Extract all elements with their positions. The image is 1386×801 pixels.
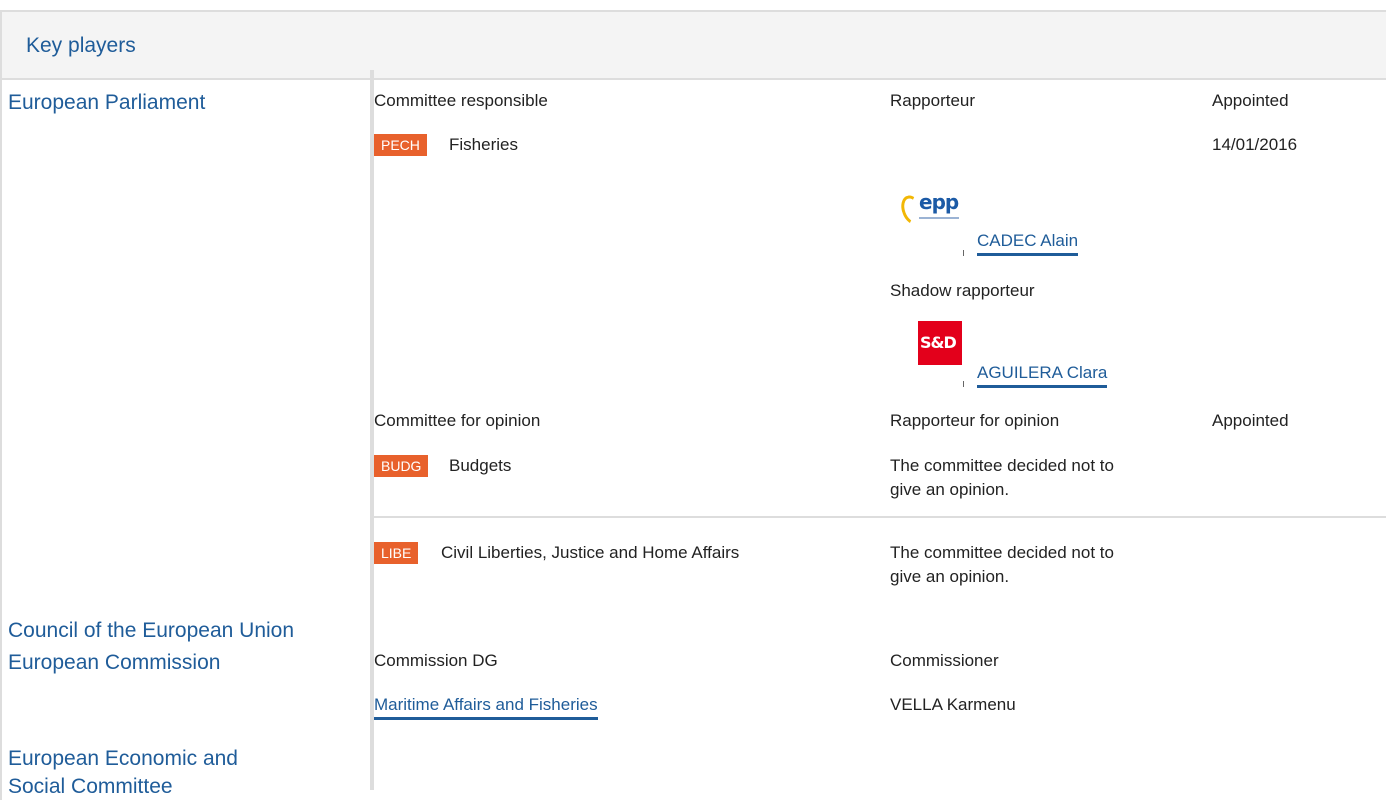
opinion-note-libe-line2: give an opinion.	[890, 567, 1010, 586]
key-players-section: Key players	[0, 10, 1386, 800]
committee-badge-pech[interactable]: PECH	[374, 134, 427, 156]
key-players-title: Key players	[26, 34, 136, 57]
institution-european-commission[interactable]: European Commission	[8, 649, 220, 677]
epp-group-logo: epp	[901, 189, 963, 235]
commissioner-header: Commissioner	[890, 651, 999, 670]
shadow-rapporteur-link-aguilera[interactable]: AGUILERA Clara	[977, 361, 1108, 388]
commission-dg-link[interactable]: Maritime Affairs and Fisheries	[374, 693, 598, 720]
opinion-note-budg-line2: give an opinion.	[890, 480, 1010, 499]
institution-eesc-line1[interactable]: European Economic and	[8, 745, 238, 773]
rapporteur-header: Rapporteur	[890, 91, 976, 110]
committee-opinion-header: Committee for opinion	[374, 411, 541, 430]
institution-european-parliament[interactable]: European Parliament	[8, 89, 205, 117]
institution-eesc-line2[interactable]: Social Committee	[8, 773, 173, 801]
committee-name-fisheries: Fisheries	[449, 135, 518, 154]
appointed-opinion-header: Appointed	[1212, 411, 1289, 430]
shadow-rapporteur-label: Shadow rapporteur	[890, 281, 1035, 300]
opinion-note-budg-line1: The committee decided not to	[890, 456, 1114, 475]
institution-council[interactable]: Council of the European Union	[8, 617, 294, 645]
committee-badge-libe[interactable]: LIBE	[374, 542, 419, 564]
committee-responsible-header: Committee responsible	[374, 91, 548, 110]
epp-logo-text: epp	[919, 190, 959, 214]
commissioner-name: VELLA Karmenu	[890, 695, 1016, 714]
row-separator	[374, 516, 1386, 518]
appointed-date: 14/01/2016	[1212, 135, 1298, 154]
commission-dg-header: Commission DG	[374, 651, 498, 670]
committee-name-budgets: Budgets	[449, 456, 512, 475]
opinion-note-libe-line1: The committee decided not to	[890, 543, 1114, 562]
rapporteur-link-cadec[interactable]: CADEC Alain	[977, 229, 1079, 256]
committee-name-libe: Civil Liberties, Justice and Home Affair…	[441, 543, 740, 562]
rapporteur-opinion-header: Rapporteur for opinion	[890, 411, 1060, 430]
committee-badge-budg[interactable]: BUDG	[374, 455, 429, 477]
appointed-header: Appointed	[1212, 91, 1289, 110]
sd-group-logo: S&D	[918, 321, 962, 365]
key-players-header[interactable]: Key players	[2, 12, 1386, 80]
sd-logo-text: S&D	[920, 333, 957, 352]
